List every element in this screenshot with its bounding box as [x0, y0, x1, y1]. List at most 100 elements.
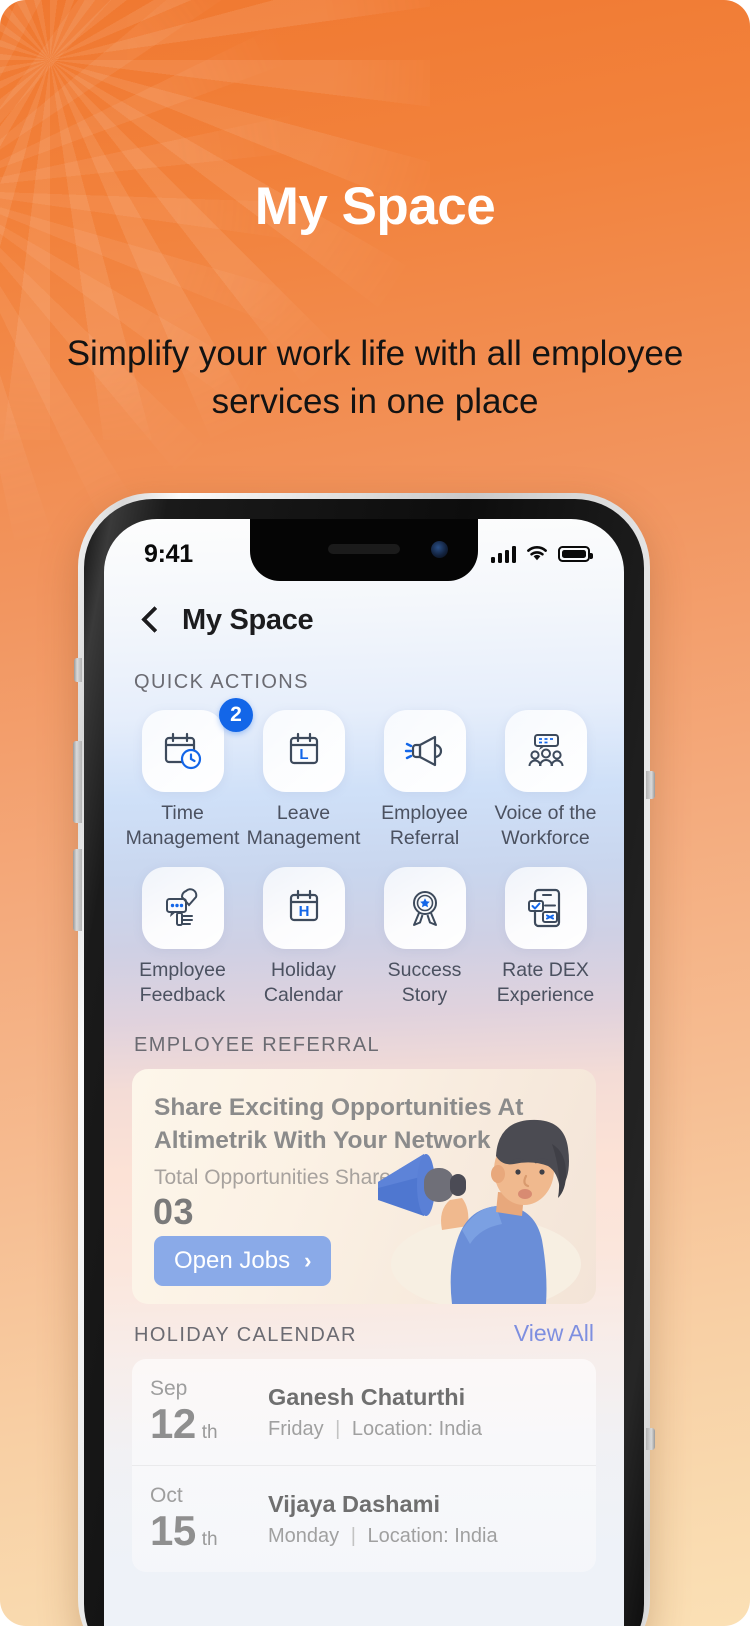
holiday-meta-separator: | [350, 1524, 356, 1547]
app-scroll-content: QUICK ACTIONS 2 Time Management L Leave … [104, 653, 624, 1626]
megaphone-icon [383, 710, 466, 792]
holiday-calendar-section-header: HOLIDAY CALENDAR View All [134, 1320, 594, 1347]
employee-referral-section-label: EMPLOYEE REFERRAL [134, 1034, 381, 1056]
quick-actions-grid: 2 Time Management L Leave Management Emp… [122, 698, 606, 1008]
holiday-day: 15 [150, 1507, 196, 1554]
holiday-name: Ganesh Chaturthi [268, 1383, 466, 1410]
label-line-2: Management [246, 827, 361, 849]
quick-action-label: Success Story [388, 958, 462, 1008]
holiday-day-wrap: 15 th [150, 1508, 268, 1554]
label-line-2: Experience [496, 984, 595, 1006]
quick-action-label: Holiday Calendar [264, 958, 343, 1008]
label-line-1: Voice of the [494, 802, 597, 824]
holiday-location: Location: India [351, 1417, 483, 1440]
label-line-1: Employee [139, 959, 226, 981]
quick-action-label: Rate DEX Experience [497, 958, 595, 1008]
holiday-day-wrap: 12 th [150, 1401, 268, 1447]
label-line-2: Feedback [139, 984, 226, 1006]
promo-subtitle: Simplify your work life with all employe… [66, 334, 684, 421]
holiday-list-item[interactable]: Oct 15 th Vijaya Dashami Monday | Locati… [132, 1466, 596, 1572]
label-line-2: Referral [389, 827, 460, 849]
quick-action-leave-management[interactable]: L Leave Management [243, 710, 364, 851]
status-bar: 9:41 [104, 519, 624, 581]
employee-referral-card[interactable]: Share Exciting Opportunities At Altimetr… [132, 1069, 596, 1304]
holiday-date: Oct 15 th [150, 1484, 268, 1554]
people-speech-icon [504, 710, 587, 792]
label-line-1: Employee [381, 802, 468, 824]
label-line-1: Success [387, 959, 462, 981]
holiday-meta: Monday | Location: India [268, 1525, 498, 1548]
label-line-2: Management [125, 827, 240, 849]
volume-up-button[interactable] [73, 741, 82, 823]
page-title: My Space [182, 603, 314, 636]
status-bar-time: 9:41 [144, 539, 193, 568]
battery-full-icon [558, 546, 593, 562]
quick-action-label: Voice of the Workforce [495, 801, 597, 851]
open-jobs-label: Open Jobs [174, 1247, 291, 1274]
quick-action-time-management[interactable]: 2 Time Management [122, 698, 253, 851]
holiday-weekday: Friday [268, 1417, 324, 1440]
award-ribbon-icon [383, 867, 466, 949]
sunburst-decoration-secondary [0, 0, 290, 540]
quick-action-rate-dex-experience[interactable]: Rate DEX Experience [485, 867, 606, 1008]
holiday-list-item[interactable]: Sep 12 th Ganesh Chaturthi Friday | Loca… [132, 1359, 596, 1466]
label-line-1: Rate DEX [502, 959, 589, 981]
promo-title: My Space [254, 177, 496, 236]
label-line-1: Holiday [270, 959, 337, 981]
holiday-month: Oct [150, 1484, 183, 1507]
label-line-2: Workforce [501, 827, 590, 849]
volume-down-button[interactable] [73, 849, 82, 931]
quick-action-voice-of-the-workforce[interactable]: Voice of the Workforce [485, 710, 606, 851]
power-button-lower[interactable] [646, 1428, 655, 1450]
holiday-calendar-list: Sep 12 th Ganesh Chaturthi Friday | Loca… [132, 1359, 596, 1572]
quick-action-label: Employee Referral [381, 801, 468, 851]
holiday-meta-separator: | [335, 1417, 341, 1440]
app-navigation-bar: My Space [104, 587, 624, 653]
feedback-chat-icon [141, 867, 224, 949]
wifi-icon [527, 546, 547, 561]
label-line-1: Time [161, 802, 204, 824]
svg-text:L: L [299, 746, 308, 763]
holiday-weekday: Monday [268, 1524, 340, 1547]
promo-page: My Space Simplify your work life with al… [0, 0, 750, 1626]
quick-action-label: Time Management [126, 801, 240, 851]
open-jobs-button[interactable]: Open Jobs › [154, 1236, 332, 1286]
label-line-2: Calendar [263, 984, 344, 1006]
calendar-clock-icon [141, 710, 224, 792]
rate-device-icon [504, 867, 587, 949]
chevron-right-icon: › [304, 1248, 312, 1273]
calendar-leave-icon: L [262, 710, 345, 792]
status-bar-icons [490, 545, 593, 563]
holiday-info: Vijaya Dashami Monday | Location: India [268, 1491, 498, 1548]
quick-action-label: Leave Management [247, 801, 361, 851]
holiday-meta: Friday | Location: India [268, 1418, 482, 1441]
quick-action-label: Employee Feedback [139, 958, 226, 1008]
holiday-calendar-section-label: HOLIDAY CALENDAR [134, 1324, 357, 1346]
view-all-link[interactable]: View All [514, 1320, 594, 1347]
cellular-bars-icon [490, 545, 516, 563]
label-line-2: Story [401, 984, 448, 1006]
referral-stat-value: 03 [153, 1191, 195, 1232]
quick-actions-section-label: QUICK ACTIONS [134, 671, 309, 693]
calendar-holiday-icon: H [262, 867, 345, 949]
holiday-day-ordinal: th [201, 1422, 218, 1443]
man-with-megaphone-illustration [378, 1119, 581, 1304]
svg-text:H: H [298, 903, 309, 920]
holiday-date: Sep 12 th [150, 1377, 268, 1447]
label-line-1: Leave [276, 802, 331, 824]
holiday-day-ordinal: th [201, 1529, 218, 1550]
quick-action-holiday-calendar[interactable]: H Holiday Calendar [243, 867, 364, 1008]
quick-action-employee-feedback[interactable]: Employee Feedback [122, 867, 243, 1008]
phone-body: 9:41 My Space QUICK ACTIONS 2 Time Manag… [84, 499, 644, 1626]
power-button[interactable] [646, 771, 655, 799]
holiday-info: Ganesh Chaturthi Friday | Location: Indi… [268, 1384, 482, 1441]
chevron-left-icon[interactable] [134, 605, 164, 635]
holiday-month: Sep [150, 1377, 188, 1400]
quick-action-success-story[interactable]: Success Story [364, 867, 485, 1008]
holiday-name: Vijaya Dashami [268, 1490, 441, 1517]
silent-switch[interactable] [74, 658, 82, 682]
phone-screen: 9:41 My Space QUICK ACTIONS 2 Time Manag… [104, 519, 624, 1626]
holiday-location: Location: India [367, 1524, 498, 1547]
quick-action-employee-referral[interactable]: Employee Referral [364, 710, 485, 851]
holiday-day: 12 [150, 1400, 196, 1447]
